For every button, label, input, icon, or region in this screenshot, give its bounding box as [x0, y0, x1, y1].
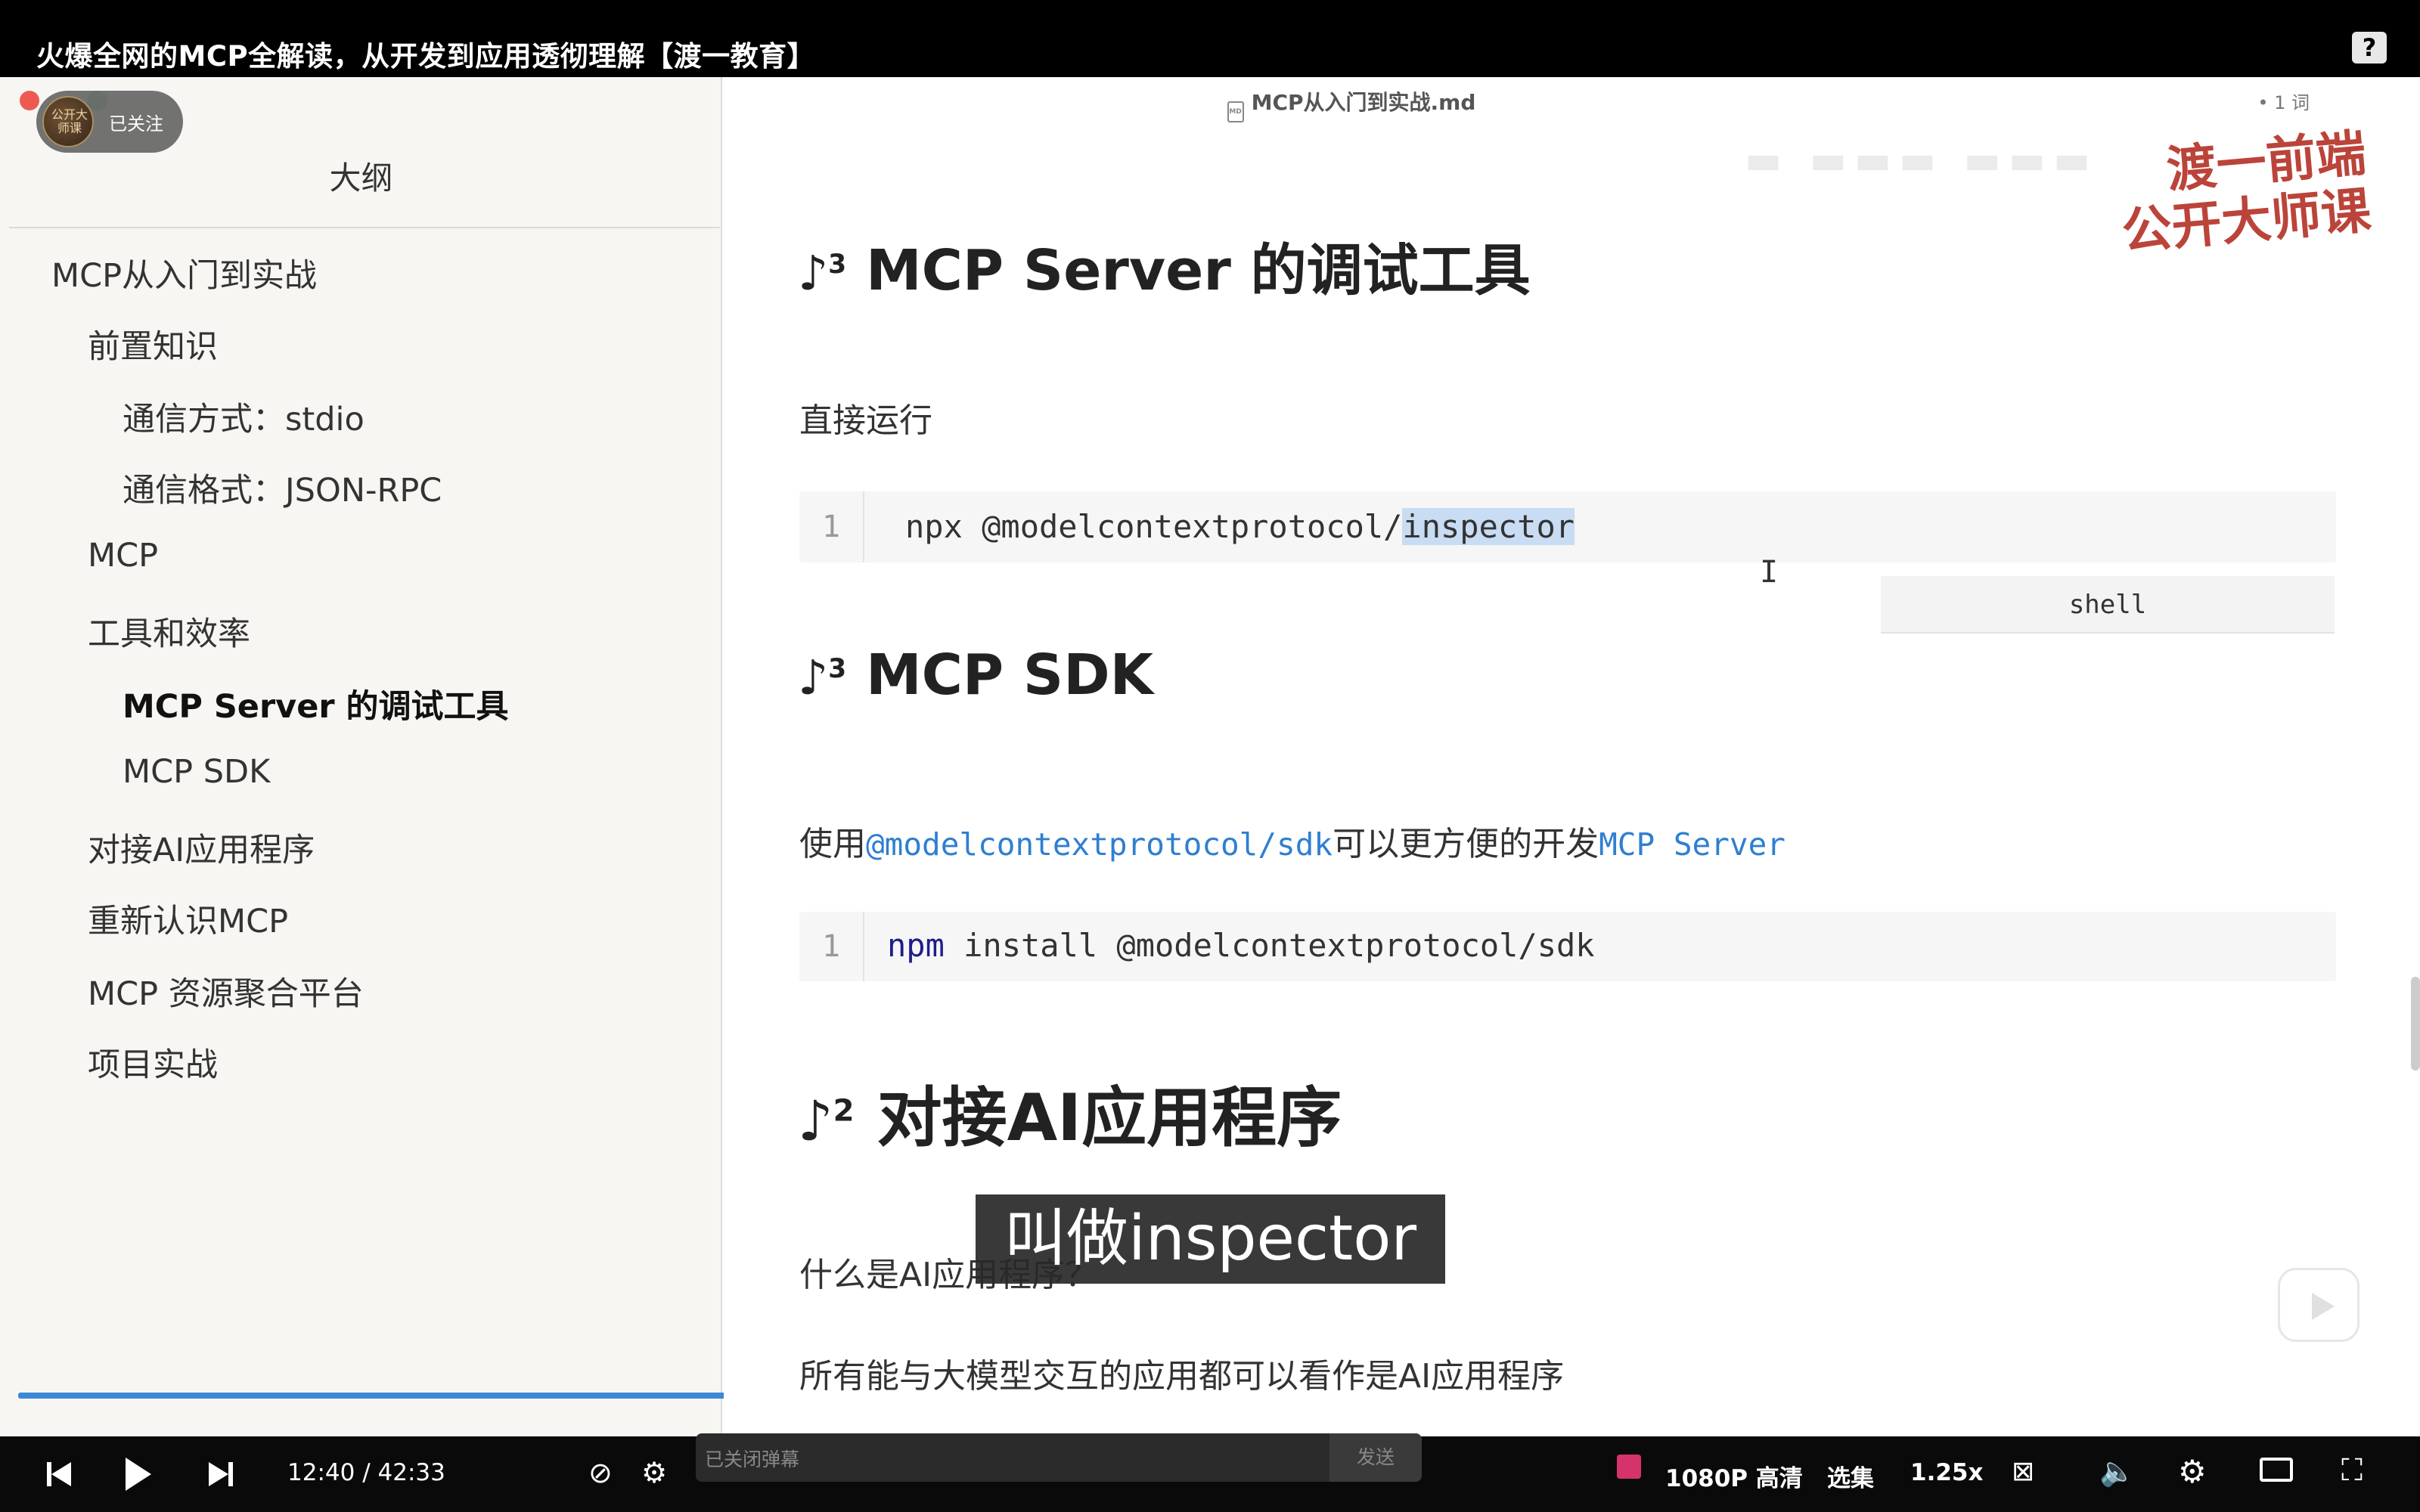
course-watermark-logo: 渡一前端 公开大师课 — [2114, 123, 2374, 261]
play-icon[interactable] — [126, 1458, 151, 1491]
heading-mark: ♪ — [798, 1089, 833, 1154]
time-separator: / — [362, 1459, 371, 1486]
app-root: 火爆全网的MCP全解读，从开发到应用透彻理解【渡一教育】 ? 公开大师课 已关注… — [0, 0, 2420, 1512]
selected-text: inspector — [1402, 508, 1575, 545]
video-subtitle: 叫做inspector — [976, 1194, 1446, 1284]
danmaku-placeholder: 已关闭弹幕 — [705, 1448, 800, 1470]
quality-selector[interactable]: 1080P 高清 — [1665, 1459, 1803, 1493]
outline-item[interactable]: 工具和效率 — [88, 608, 250, 655]
code-prefix: npx @modelcontextprotocol/ — [905, 508, 1403, 545]
sdk-para-mid: 可以更方便的开发 — [1333, 825, 1599, 863]
code-keyword: npm — [887, 927, 945, 964]
heading-mark: ♪ — [798, 246, 829, 301]
heading-text: MCP SDK — [865, 643, 1153, 708]
ai-answer: 所有能与大模型交互的应用都可以看作是AI应用程序 — [799, 1357, 1565, 1396]
outline-title: 大纲 — [329, 160, 393, 197]
heading-level: 2 — [833, 1093, 855, 1129]
time-display: 12:40 / 42:33 — [287, 1459, 445, 1486]
code-gutter — [863, 491, 864, 562]
heading-note-icon: ♪3 — [798, 650, 846, 705]
outline-sidebar: 公开大师课 已关注 大纲 MCP从入门到实战 前置知识 通信方式：stdio 通… — [0, 77, 726, 1436]
markdown-file-icon: MD — [1227, 101, 1244, 122]
follow-label: 已关注 — [109, 113, 163, 135]
close-dot-icon[interactable] — [20, 91, 39, 110]
outline-item[interactable]: 重新认识MCP — [88, 895, 288, 942]
outline-item[interactable]: MCP 资源聚合平台 — [88, 968, 364, 1015]
inline-code-server: MCP Server — [1599, 826, 1786, 863]
line-number: 1 — [821, 929, 841, 964]
heading-debug-tools: ♪3 MCP Server 的调试工具 — [798, 225, 1531, 306]
avatar: 公开大师课 — [42, 96, 94, 147]
danmaku-toggle-icon[interactable]: ⊘ — [588, 1456, 613, 1489]
heading-ai-apps: ♪2 对接AI应用程序 — [798, 1064, 1342, 1159]
outline-item[interactable]: 通信格式：JSON-RPC — [123, 464, 442, 511]
heading-text: 对接AI应用程序 — [876, 1080, 1342, 1156]
outline-divider — [9, 227, 720, 228]
code-block-inspector[interactable]: 1 npx @modelcontextprotocol/inspector — [799, 491, 2336, 562]
episodes-button[interactable]: 选集 — [1827, 1459, 1874, 1493]
video-title: 火爆全网的MCP全解读，从开发到应用透彻理解【渡一教育】 — [36, 40, 816, 73]
heading-note-icon: ♪2 — [798, 1089, 855, 1154]
heading-text: MCP Server 的调试工具 — [865, 238, 1531, 303]
code-rest: install @modelcontextprotocol/sdk — [944, 927, 1595, 964]
sdk-paragraph: 使用@modelcontextprotocol/sdk可以更方便的开发MCP S… — [799, 816, 1786, 865]
filename-text: MCP从入门到实战.md — [1251, 90, 1476, 115]
editor-scrollbar[interactable] — [2411, 977, 2420, 1070]
send-button[interactable]: 发送 — [1329, 1433, 1422, 1482]
heading-mcp-sdk: ♪3 MCP SDK — [798, 643, 1153, 708]
question-mark-icon[interactable]: ? — [2352, 32, 2387, 64]
outline-item[interactable]: 通信方式：stdio — [123, 393, 365, 440]
background-ghost-text: ▬ ▬▬▬ ▬▬▬ — [1745, 138, 2098, 183]
subtitle-ai-icon[interactable] — [1617, 1455, 1641, 1479]
run-directly-label: 直接运行 — [799, 401, 932, 440]
code-language-selector[interactable]: shell — [1881, 576, 2335, 634]
code-block-npm-install[interactable]: 1 npm install @modelcontextprotocol/sdk — [799, 912, 2336, 981]
settings-gear-icon[interactable]: ⚙ — [2178, 1453, 2207, 1490]
heading-note-icon: ♪3 — [798, 246, 846, 301]
danmaku-settings-icon[interactable]: ⚙ — [641, 1456, 667, 1489]
heading-level: 3 — [828, 249, 847, 280]
sidebar-progress-bar — [18, 1393, 726, 1399]
outline-item-active[interactable]: MCP Server 的调试工具 — [123, 680, 509, 727]
outline-item[interactable]: 对接AI应用程序 — [88, 824, 315, 871]
speed-selector[interactable]: 1.25x — [1910, 1459, 1983, 1486]
outline-item[interactable]: MCP — [88, 537, 158, 575]
code-line[interactable]: npm install @modelcontextprotocol/sdk — [887, 927, 1595, 964]
code-line[interactable]: npx @modelcontextprotocol/inspector — [905, 508, 1575, 545]
danmaku-input[interactable]: 已关闭弹幕 发送 — [696, 1433, 1422, 1482]
sdk-para-pre: 使用 — [799, 825, 866, 863]
follow-badge[interactable]: 公开大师课 已关注 — [36, 91, 183, 153]
line-number: 1 — [821, 510, 841, 544]
code-gutter — [863, 912, 864, 981]
outline-item[interactable]: MCP SDK — [123, 753, 270, 791]
outline-item[interactable]: 前置知识 — [88, 321, 218, 367]
heading-mark: ♪ — [798, 650, 829, 705]
video-title-bar: 火爆全网的MCP全解读，从开发到应用透彻理解【渡一教育】 ? — [0, 0, 2420, 77]
outline-item[interactable]: MCP从入门到实战 — [51, 249, 317, 296]
floating-play-icon[interactable] — [2278, 1268, 2360, 1342]
inline-code-sdk: @modelcontextprotocol/sdk — [866, 826, 1333, 863]
word-count: • 1 词 — [2257, 92, 2310, 113]
heading-level: 3 — [828, 654, 847, 685]
subtitle-off-icon[interactable]: ⊠ — [2012, 1456, 2034, 1487]
current-time: 12:40 — [287, 1459, 355, 1486]
picture-in-picture-icon[interactable] — [2260, 1458, 2293, 1482]
total-time: 42:33 — [377, 1459, 445, 1486]
volume-icon[interactable]: 🔈 — [2099, 1455, 2135, 1489]
fullscreen-icon[interactable]: ⛶ — [2341, 1453, 2363, 1488]
text-cursor-icon: I — [1760, 555, 1779, 590]
outline-item[interactable]: 项目实战 — [88, 1039, 218, 1086]
file-title: MD MCP从入门到实战.md — [1087, 86, 1616, 122]
avatar-text: 公开大师课 — [51, 107, 88, 135]
